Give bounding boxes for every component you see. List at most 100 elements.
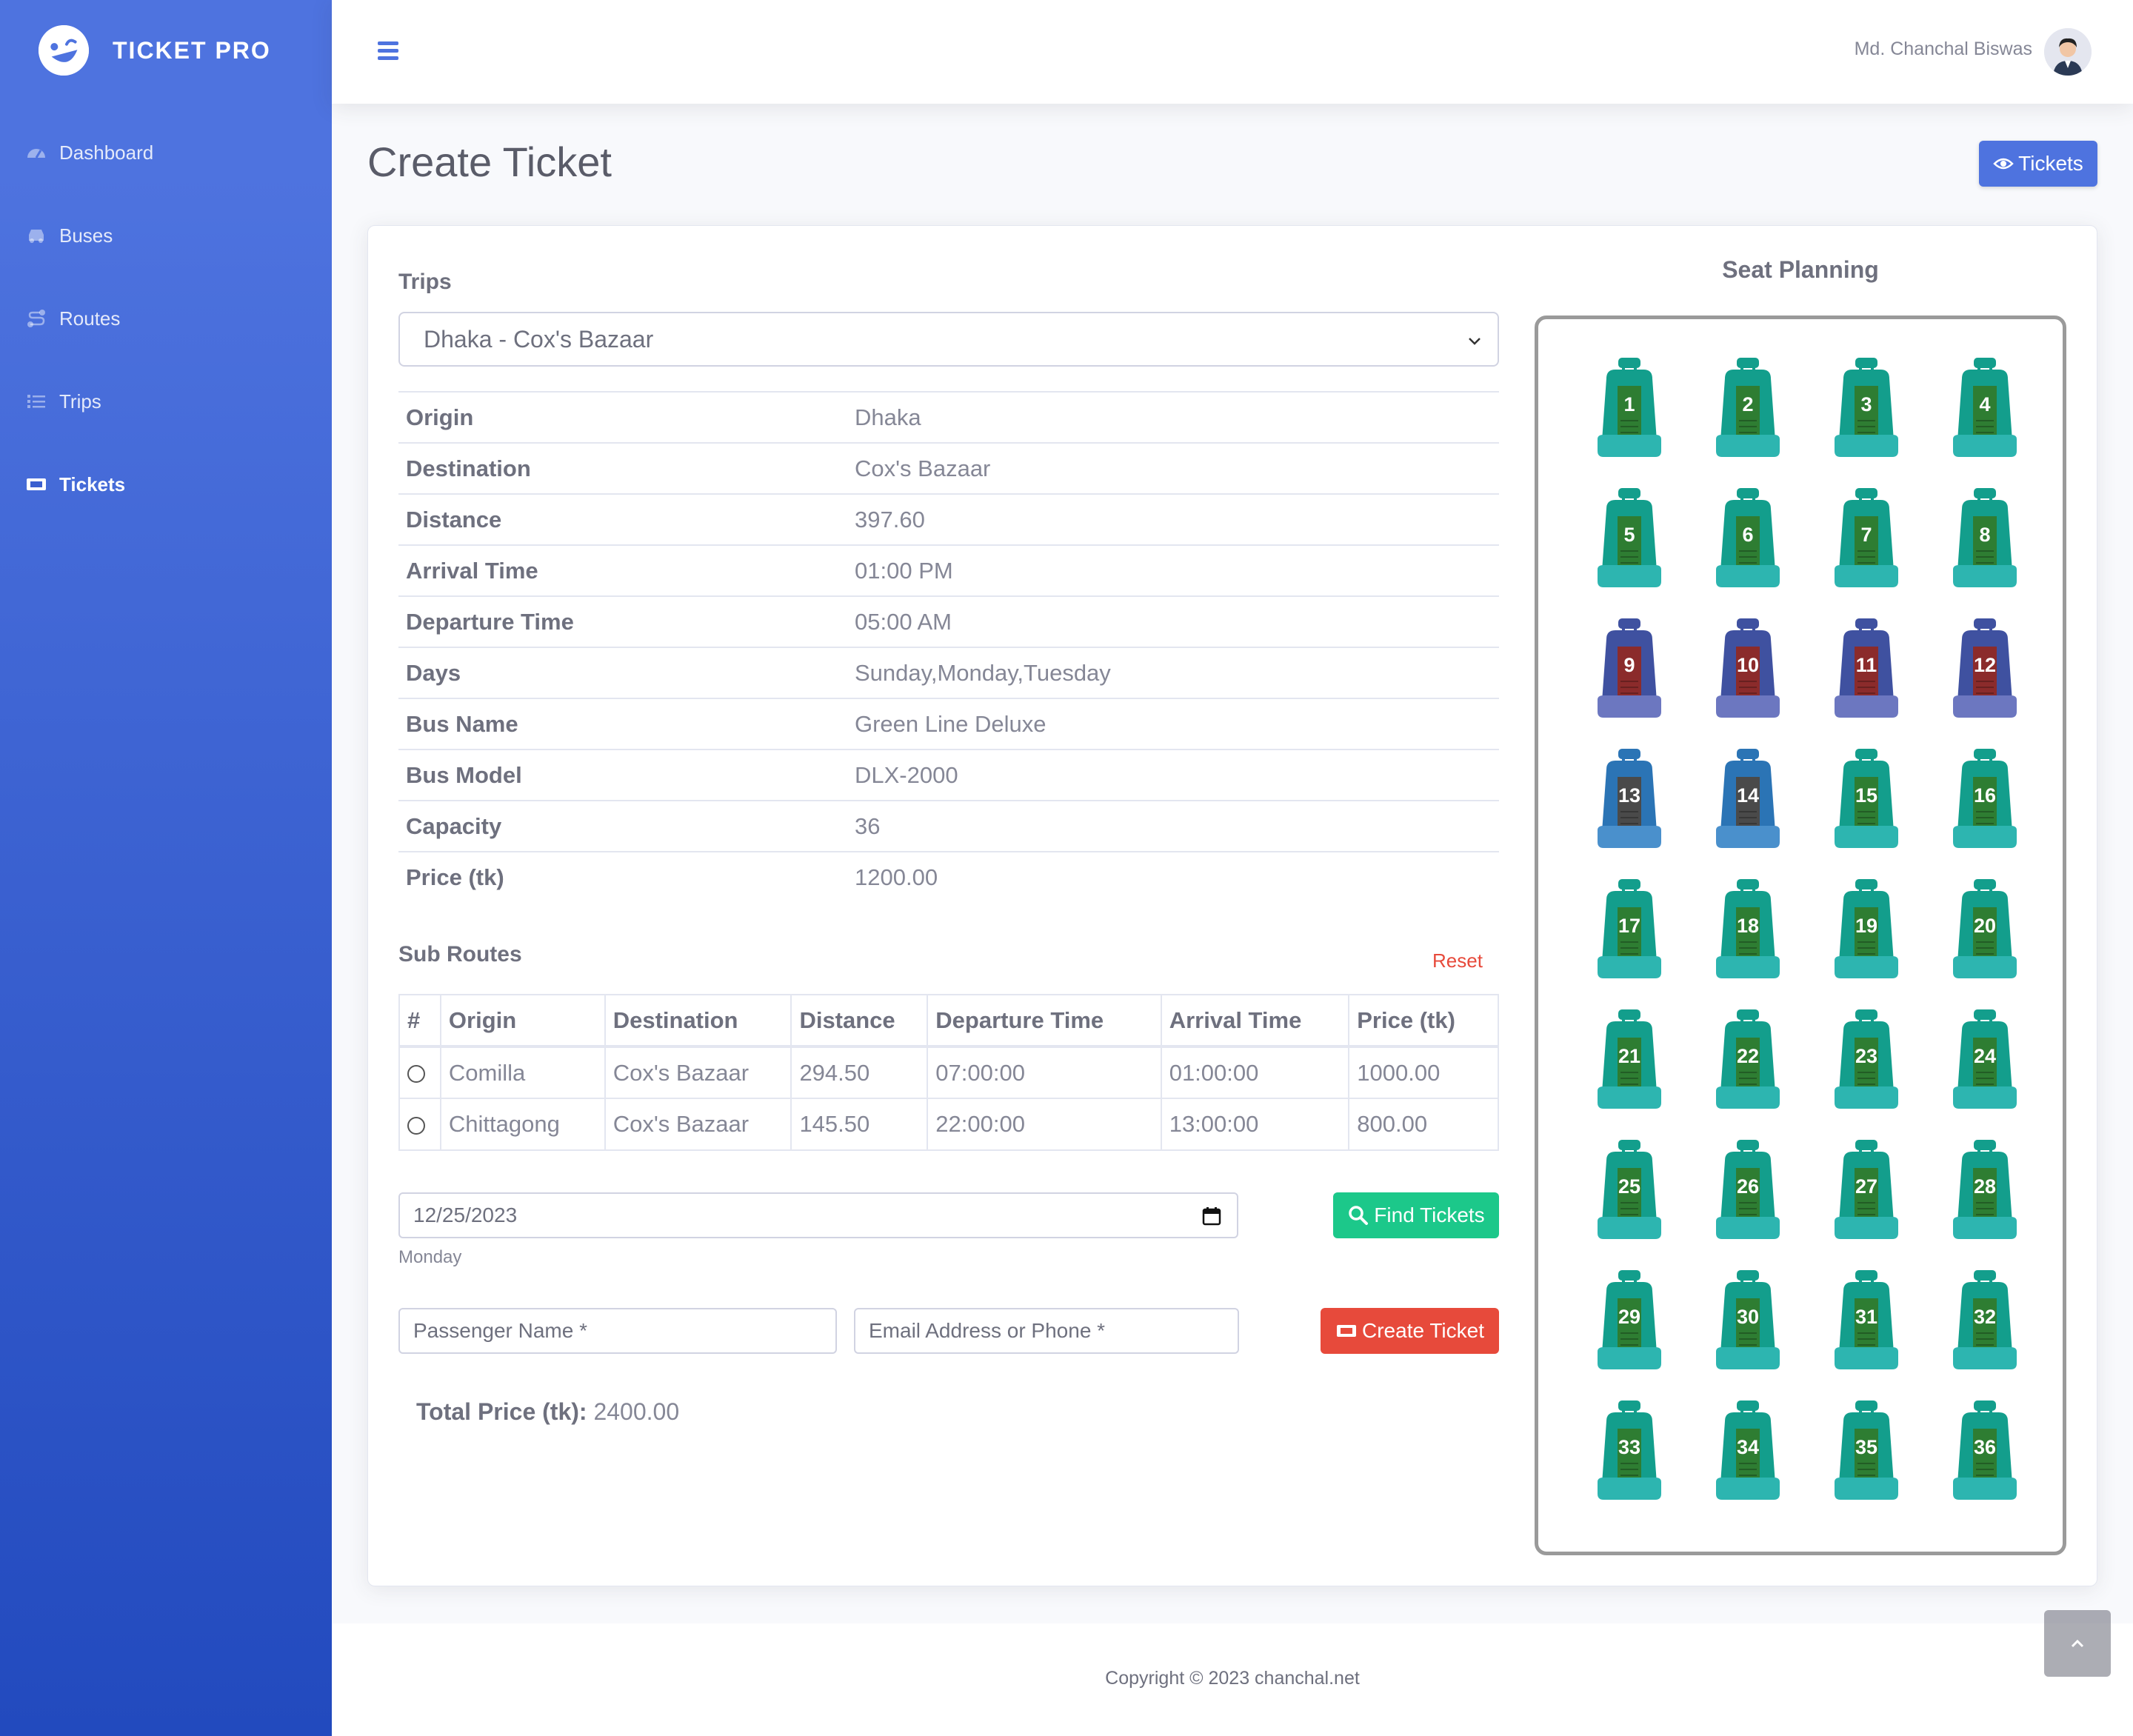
table-cell: 22:00:00 bbox=[927, 1098, 1162, 1151]
seat-planning-title: Seat Planning bbox=[1722, 256, 1879, 283]
seat-32[interactable]: 32 bbox=[1952, 1270, 2018, 1374]
seat-1[interactable]: 1 bbox=[1596, 358, 1663, 461]
email-phone-input[interactable]: Email Address or Phone * bbox=[854, 1308, 1239, 1354]
info-key: Bus Name bbox=[398, 698, 847, 750]
info-value: Cox's Bazaar bbox=[847, 442, 1499, 494]
sidebar-item-buses[interactable]: Buses bbox=[0, 194, 332, 277]
seat-2[interactable]: 2 bbox=[1715, 358, 1781, 461]
seat-16[interactable]: 16 bbox=[1952, 749, 2018, 852]
date-input[interactable]: 12/25/2023 bbox=[398, 1192, 1238, 1238]
seat-9[interactable]: 9 bbox=[1596, 618, 1663, 722]
seat-number: 26 bbox=[1736, 1175, 1760, 1198]
sub-routes-table: # Origin Destination Distance Departure Time… bbox=[398, 994, 1499, 1151]
seat-3[interactable]: 3 bbox=[1833, 358, 1900, 461]
sidebar-nav: Dashboard Buses Routes Trips Tickets bbox=[0, 111, 332, 526]
table-row[interactable]: Comilla Cox's Bazaar 294.50 07:00:00 01:00:0… bbox=[398, 1046, 1499, 1099]
seat-36[interactable]: 36 bbox=[1952, 1401, 2018, 1504]
date-input-value: 12/25/2023 bbox=[413, 1203, 518, 1226]
info-value: Green Line Deluxe bbox=[847, 698, 1499, 750]
table-cell: 800.00 bbox=[1348, 1098, 1499, 1151]
info-key: Arrival Time bbox=[398, 544, 847, 596]
seat-29[interactable]: 29 bbox=[1596, 1270, 1663, 1374]
seat-24[interactable]: 24 bbox=[1952, 1009, 2018, 1113]
sidebar-item-label: Dashboard bbox=[59, 141, 154, 164]
seat-8[interactable]: 8 bbox=[1952, 488, 2018, 592]
trip-select[interactable]: Dhaka - Cox's Bazaar bbox=[398, 312, 1499, 367]
table-row[interactable]: Chittagong Cox's Bazaar 145.50 22:00:00 13:0… bbox=[398, 1098, 1499, 1151]
info-row: Bus Name Green Line Deluxe bbox=[398, 698, 1499, 750]
sidebar-item-trips[interactable]: Trips bbox=[0, 360, 332, 443]
seat-number: 16 bbox=[1973, 784, 1997, 807]
seat-17[interactable]: 17 bbox=[1596, 879, 1663, 983]
calendar-icon[interactable] bbox=[1201, 1206, 1222, 1226]
menu-toggle-icon[interactable] bbox=[373, 37, 406, 67]
seat-12[interactable]: 12 bbox=[1952, 618, 2018, 722]
sidebar-item-routes[interactable]: Routes bbox=[0, 277, 332, 360]
seat-number: 6 bbox=[1742, 524, 1754, 546]
seat-11[interactable]: 11 bbox=[1833, 618, 1900, 722]
info-row: Capacity 36 bbox=[398, 800, 1499, 852]
seat-10[interactable]: 10 bbox=[1715, 618, 1781, 722]
sidebar-item-dashboard[interactable]: Dashboard bbox=[0, 111, 332, 194]
seat-27[interactable]: 27 bbox=[1833, 1140, 1900, 1243]
table-cell: Cox's Bazaar bbox=[604, 1046, 792, 1099]
seat-6[interactable]: 6 bbox=[1715, 488, 1781, 592]
info-value: 1200.00 bbox=[847, 851, 1499, 903]
user-name[interactable]: Md. Chanchal Biswas bbox=[1855, 39, 2032, 60]
seat-28[interactable]: 28 bbox=[1952, 1140, 2018, 1243]
avatar[interactable] bbox=[2044, 28, 2092, 76]
brand[interactable]: TICKET PRO bbox=[33, 19, 271, 81]
email-phone-placeholder: Email Address or Phone * bbox=[869, 1319, 1106, 1342]
row-radio-cell bbox=[398, 1046, 441, 1099]
seat-25[interactable]: 25 bbox=[1596, 1140, 1663, 1243]
seat-22[interactable]: 22 bbox=[1715, 1009, 1781, 1113]
create-ticket-button[interactable]: Create Ticket bbox=[1321, 1308, 1499, 1354]
seat-14[interactable]: 14 bbox=[1715, 749, 1781, 852]
find-tickets-button[interactable]: Find Tickets bbox=[1333, 1192, 1499, 1238]
seat-26[interactable]: 26 bbox=[1715, 1140, 1781, 1243]
seat-20[interactable]: 20 bbox=[1952, 879, 2018, 983]
seat-4[interactable]: 4 bbox=[1952, 358, 2018, 461]
seat-18[interactable]: 18 bbox=[1715, 879, 1781, 983]
seat-33[interactable]: 33 bbox=[1596, 1401, 1663, 1504]
column-header: Destination bbox=[604, 994, 792, 1048]
passenger-name-input[interactable]: Passenger Name * bbox=[398, 1308, 837, 1354]
brand-name: TICKET PRO bbox=[113, 36, 271, 64]
info-value: Dhaka bbox=[847, 391, 1499, 443]
seat-19[interactable]: 19 bbox=[1833, 879, 1900, 983]
seat-30[interactable]: 30 bbox=[1715, 1270, 1781, 1374]
seat-number: 23 bbox=[1855, 1045, 1878, 1067]
seat-7[interactable]: 7 bbox=[1833, 488, 1900, 592]
info-row: Departure Time 05:00 AM bbox=[398, 595, 1499, 647]
seat-number: 28 bbox=[1973, 1175, 1997, 1198]
info-key: Capacity bbox=[398, 800, 847, 852]
seat-number: 8 bbox=[1979, 524, 1991, 546]
info-row: Price (tk) 1200.00 bbox=[398, 851, 1499, 903]
sub-route-radio[interactable] bbox=[407, 1116, 425, 1135]
tickets-button[interactable]: Tickets bbox=[1979, 141, 2097, 187]
sidebar-item-tickets[interactable]: Tickets bbox=[0, 443, 332, 526]
info-row: Days Sunday,Monday,Tuesday bbox=[398, 647, 1499, 698]
seat-31[interactable]: 31 bbox=[1833, 1270, 1900, 1374]
seat-34[interactable]: 34 bbox=[1715, 1401, 1781, 1504]
day-text: Monday bbox=[398, 1247, 462, 1267]
seat-21[interactable]: 21 bbox=[1596, 1009, 1663, 1113]
info-key: Price (tk) bbox=[398, 851, 847, 903]
chevron-up-icon bbox=[2071, 1639, 2084, 1648]
info-key: Destination bbox=[398, 442, 847, 494]
seat-13[interactable]: 13 bbox=[1596, 749, 1663, 852]
seat-number: 30 bbox=[1736, 1306, 1760, 1328]
seat-15[interactable]: 15 bbox=[1833, 749, 1900, 852]
eye-icon bbox=[1993, 158, 2014, 170]
chevron-down-icon bbox=[1469, 338, 1481, 345]
trips-label: Trips bbox=[398, 270, 452, 294]
seat-number: 20 bbox=[1973, 915, 1997, 937]
sub-route-radio[interactable] bbox=[407, 1065, 425, 1084]
seat-23[interactable]: 23 bbox=[1833, 1009, 1900, 1113]
tachometer-icon bbox=[24, 140, 49, 165]
seat-5[interactable]: 5 bbox=[1596, 488, 1663, 592]
scroll-to-top-button[interactable] bbox=[2044, 1610, 2111, 1677]
info-key: Bus Model bbox=[398, 749, 847, 801]
reset-link[interactable]: Reset bbox=[1432, 949, 1483, 972]
seat-35[interactable]: 35 bbox=[1833, 1401, 1900, 1504]
